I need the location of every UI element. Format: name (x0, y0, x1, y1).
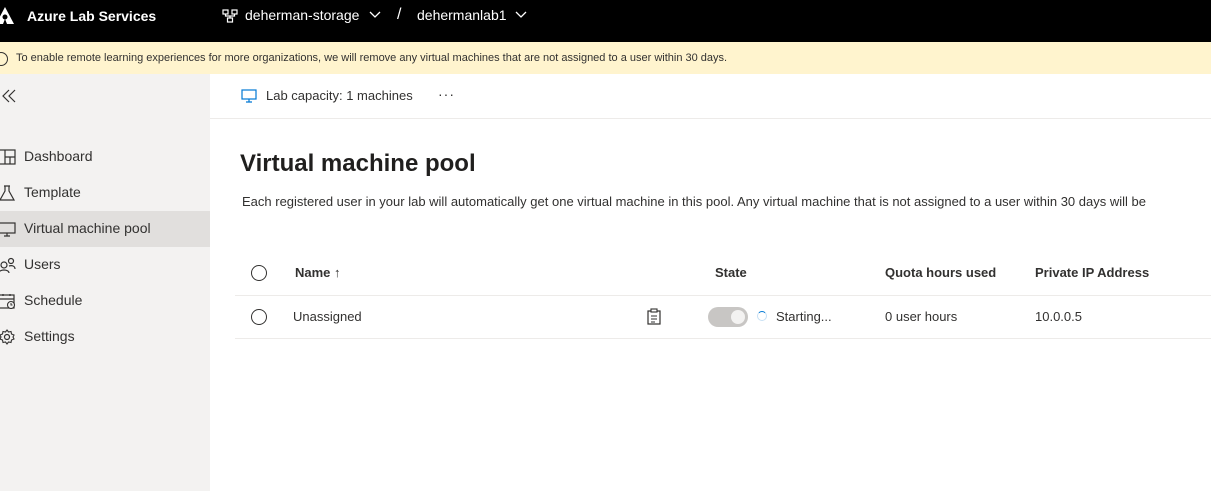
sidebar-item-label: Template (24, 184, 81, 200)
sidebar-item-virtual-machine-pool[interactable]: Virtual machine pool (0, 211, 210, 247)
more-options-icon[interactable]: ··· (438, 86, 455, 102)
top-bar: Azure Lab Services deherman-storage / de… (0, 0, 1211, 42)
select-all-radio[interactable] (251, 265, 267, 281)
calendar-icon (0, 294, 16, 309)
loading-spinner-icon (757, 311, 767, 321)
clipboard-icon[interactable] (647, 308, 661, 325)
column-header-ip[interactable]: Private IP Address (1035, 265, 1149, 280)
breadcrumb-lab[interactable]: dehermanlab1 (417, 7, 507, 23)
monitor-icon (241, 89, 257, 103)
sidebar-item-label: Settings (24, 328, 75, 344)
dashboard-icon (0, 149, 16, 165)
row-select-radio[interactable] (251, 309, 267, 325)
chevron-down-icon[interactable] (369, 11, 381, 19)
toggle-knob (731, 310, 745, 324)
monitor-icon (0, 222, 16, 237)
sidebar-item-schedule[interactable]: Schedule (0, 283, 210, 319)
collapse-nav-icon[interactable] (0, 87, 18, 105)
page-description: Each registered user in your lab will au… (242, 194, 1146, 209)
sidebar-item-template[interactable]: Template (0, 175, 210, 211)
page-title: Virtual machine pool (240, 150, 476, 177)
vm-state-toggle[interactable] (708, 307, 748, 327)
column-header-state[interactable]: State (715, 265, 747, 280)
sidebar-item-settings[interactable]: Settings (0, 319, 210, 355)
info-icon (0, 52, 8, 66)
azure-lab-logo-icon (0, 7, 14, 24)
info-banner: To enable remote learning experiences fo… (0, 42, 1211, 74)
vm-name: Unassigned (293, 309, 362, 324)
breadcrumb-separator: / (397, 6, 402, 23)
lab-capacity-button[interactable]: Lab capacity: 1 machines (266, 88, 413, 103)
sidebar: Dashboard Template Virtual machine pool … (0, 74, 210, 491)
breadcrumb-lab-plan[interactable]: deherman-storage (245, 7, 359, 23)
chevron-down-icon[interactable] (515, 11, 527, 19)
column-header-name[interactable]: Name ↑ (295, 265, 341, 280)
table-header: Name ↑ State Quota hours used Private IP… (235, 252, 1211, 296)
sidebar-item-users[interactable]: Users (0, 247, 210, 283)
command-bar: Lab capacity: 1 machines ··· (210, 74, 1211, 119)
gear-icon (0, 329, 15, 345)
vm-private-ip: 10.0.0.5 (1035, 309, 1082, 324)
beaker-icon (0, 185, 16, 201)
table-row[interactable]: Unassigned Starting... 0 user hours 10.0… (235, 296, 1211, 339)
sidebar-item-label: Dashboard (24, 148, 93, 164)
vm-state: Starting... (776, 309, 832, 324)
sidebar-item-label: Schedule (24, 292, 83, 308)
sidebar-item-label: Virtual machine pool (24, 220, 151, 236)
banner-text: To enable remote learning experiences fo… (16, 52, 728, 64)
vm-quota-hours: 0 user hours (885, 309, 958, 324)
lab-plan-icon (222, 9, 238, 23)
sidebar-item-dashboard[interactable]: Dashboard (0, 139, 210, 175)
column-header-quota[interactable]: Quota hours used (885, 265, 996, 280)
sidebar-item-label: Users (24, 256, 61, 272)
app-title[interactable]: Azure Lab Services (27, 8, 156, 24)
users-icon (0, 257, 16, 273)
